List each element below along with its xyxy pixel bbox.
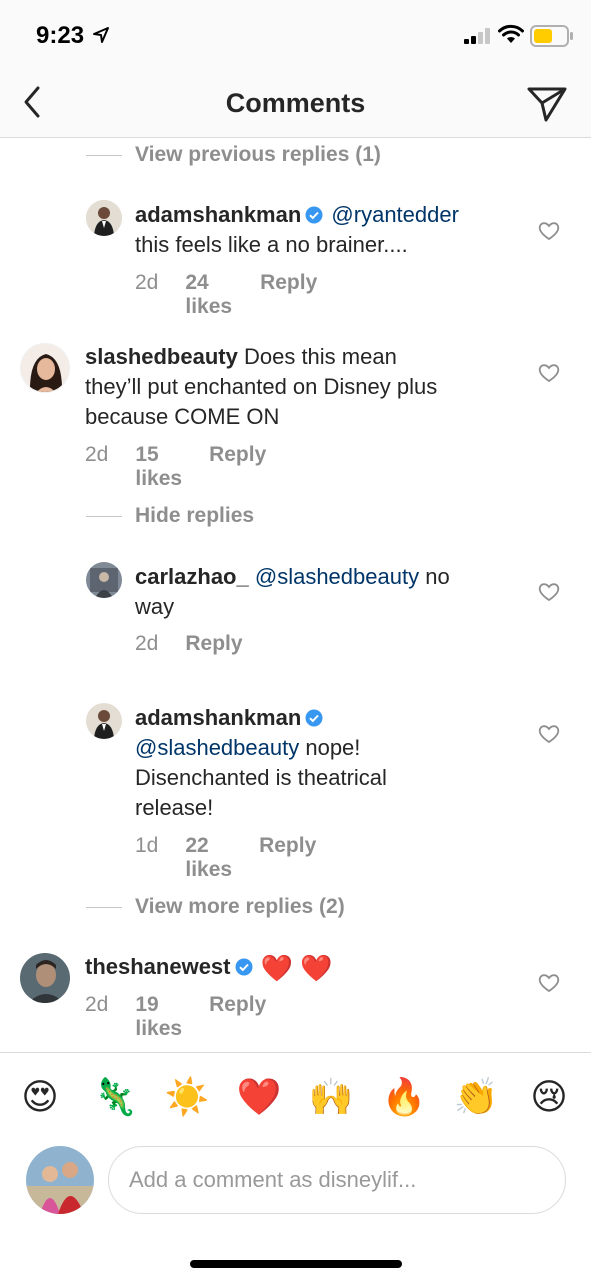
view-previous-replies-button[interactable]: View previous replies (1) — [86, 140, 381, 170]
view-more-replies-button[interactable]: View more replies (2) — [86, 892, 345, 922]
comment-composer — [0, 1140, 591, 1280]
my-avatar — [26, 1146, 94, 1214]
avatar-image — [86, 703, 122, 739]
mention-link[interactable]: @slashedbeauty — [255, 564, 419, 589]
likes-count[interactable]: 19 likes — [135, 993, 182, 1041]
sun-emoji-button[interactable]: ☀️ — [164, 1075, 210, 1121]
comment-line: way — [135, 594, 175, 619]
heart-emojis: ❤️ ❤️ — [260, 953, 333, 983]
username[interactable]: adamshankman — [135, 705, 301, 730]
comment-text: carlazhao_ @slashedbeauty no way — [135, 562, 530, 622]
location-arrow-icon — [93, 27, 109, 43]
lizard-emoji-button[interactable]: 🦎 — [92, 1075, 138, 1121]
avatar-image — [86, 200, 122, 236]
comment-line: Disenchanted is theatrical — [135, 765, 387, 790]
likes-count[interactable]: 22 likes — [185, 834, 232, 882]
comment-text: adamshankman @ryantedder this feels like… — [135, 200, 530, 260]
avatar[interactable] — [86, 562, 122, 598]
paper-plane-icon[interactable] — [526, 84, 568, 124]
page-title: Comments — [225, 88, 366, 118]
heart-icon[interactable] — [538, 724, 560, 744]
cellular-signal-icon — [464, 28, 490, 44]
avatar-image — [86, 562, 122, 598]
comment-text: theshanewest ❤️ ❤️ — [85, 952, 525, 983]
comment-age: 2d — [135, 632, 159, 655]
username[interactable]: slashedbeauty — [85, 344, 238, 369]
status-time: 9:23 — [36, 22, 85, 49]
avatar-image — [26, 1146, 94, 1214]
comment-age: 2d — [85, 993, 109, 1016]
verified-badge-icon — [305, 709, 323, 727]
reply-button[interactable]: Reply — [260, 271, 317, 319]
heart-icon[interactable] — [538, 582, 560, 602]
hide-replies-label: Hide replies — [135, 504, 255, 527]
comment-age: 2d — [85, 443, 109, 466]
battery-icon — [530, 25, 573, 47]
heart-icon[interactable] — [538, 973, 560, 993]
username[interactable]: adamshankman — [135, 202, 301, 227]
comment-line: Does this mean — [243, 344, 397, 369]
reply-button[interactable]: Reply — [209, 443, 266, 491]
mention-link[interactable]: @slashedbeauty — [135, 735, 299, 760]
comment-line: they’ll put enchanted on Disney plus — [85, 374, 438, 399]
hide-replies-button[interactable]: Hide replies — [86, 501, 254, 531]
crying-face-emoji-button[interactable]: 😢 — [526, 1075, 572, 1121]
reply-button[interactable]: Reply — [209, 993, 266, 1041]
avatar[interactable] — [86, 200, 122, 236]
view-more-replies-label: View more replies (2) — [135, 895, 345, 918]
fire-emoji-button[interactable]: 🔥 — [381, 1075, 427, 1121]
divider-line — [86, 154, 122, 156]
wifi-icon — [498, 24, 524, 43]
divider-line — [86, 906, 122, 908]
comment-text: slashedbeauty Does this mean they’ll put… — [85, 342, 525, 432]
comment-text: adamshankman @slashedbeauty nope! Disenc… — [135, 703, 530, 823]
red-heart-emoji-button[interactable]: ❤️ — [236, 1075, 282, 1121]
raised-hands-emoji-button[interactable]: 🙌 — [308, 1075, 354, 1121]
comment-line: this feels like a no brainer.... — [135, 232, 408, 257]
avatar[interactable] — [86, 703, 122, 739]
comment-meta: 2d 19 likes Reply — [85, 993, 266, 1041]
navigation-bar: Comments — [0, 70, 591, 138]
comment-age: 2d — [135, 271, 159, 294]
verified-badge-icon — [235, 958, 252, 976]
username[interactable]: carlazhao_ — [135, 564, 249, 589]
divider-line — [86, 515, 122, 517]
comment-meta: 1d 22 likes Reply — [135, 834, 316, 882]
comment-input[interactable] — [108, 1146, 566, 1214]
reply-button[interactable]: Reply — [185, 632, 242, 656]
comment-meta: 2d 24 likes Reply — [135, 271, 317, 319]
comment-line: nope! — [305, 735, 361, 760]
comment-meta: 2d Reply — [135, 632, 243, 656]
comment-meta: 2d 15 likes Reply — [85, 443, 266, 491]
mention-link[interactable]: @ryantedder — [331, 202, 459, 227]
comment-line: release! — [135, 795, 214, 820]
comment-line: because COME ON — [85, 404, 280, 429]
reply-button[interactable]: Reply — [259, 834, 316, 882]
username[interactable]: theshanewest — [85, 954, 231, 979]
avatar-image — [21, 344, 69, 392]
likes-count[interactable]: 15 likes — [135, 443, 182, 491]
comment-line: no — [425, 564, 450, 589]
heart-icon[interactable] — [538, 363, 560, 383]
clapping-hands-emoji-button[interactable]: 👏 — [453, 1075, 499, 1121]
chevron-left-icon[interactable] — [18, 84, 48, 120]
heart-icon[interactable] — [538, 221, 560, 241]
likes-count[interactable]: 24 likes — [185, 271, 232, 319]
view-previous-replies-label: View previous replies (1) — [135, 143, 381, 166]
avatar[interactable] — [20, 343, 70, 393]
home-indicator — [190, 1260, 402, 1268]
verified-badge-icon — [305, 206, 323, 224]
comment-age: 1d — [135, 834, 159, 857]
emoji-quick-bar: 😍 🦎 ☀️ ❤️ 🙌 🔥 👏 😢 — [0, 1052, 591, 1144]
heart-eyes-emoji-button[interactable]: 😍 — [17, 1075, 63, 1121]
avatar[interactable] — [20, 953, 70, 1003]
status-bar: 9:23 — [0, 0, 591, 70]
avatar-image — [20, 953, 70, 1003]
